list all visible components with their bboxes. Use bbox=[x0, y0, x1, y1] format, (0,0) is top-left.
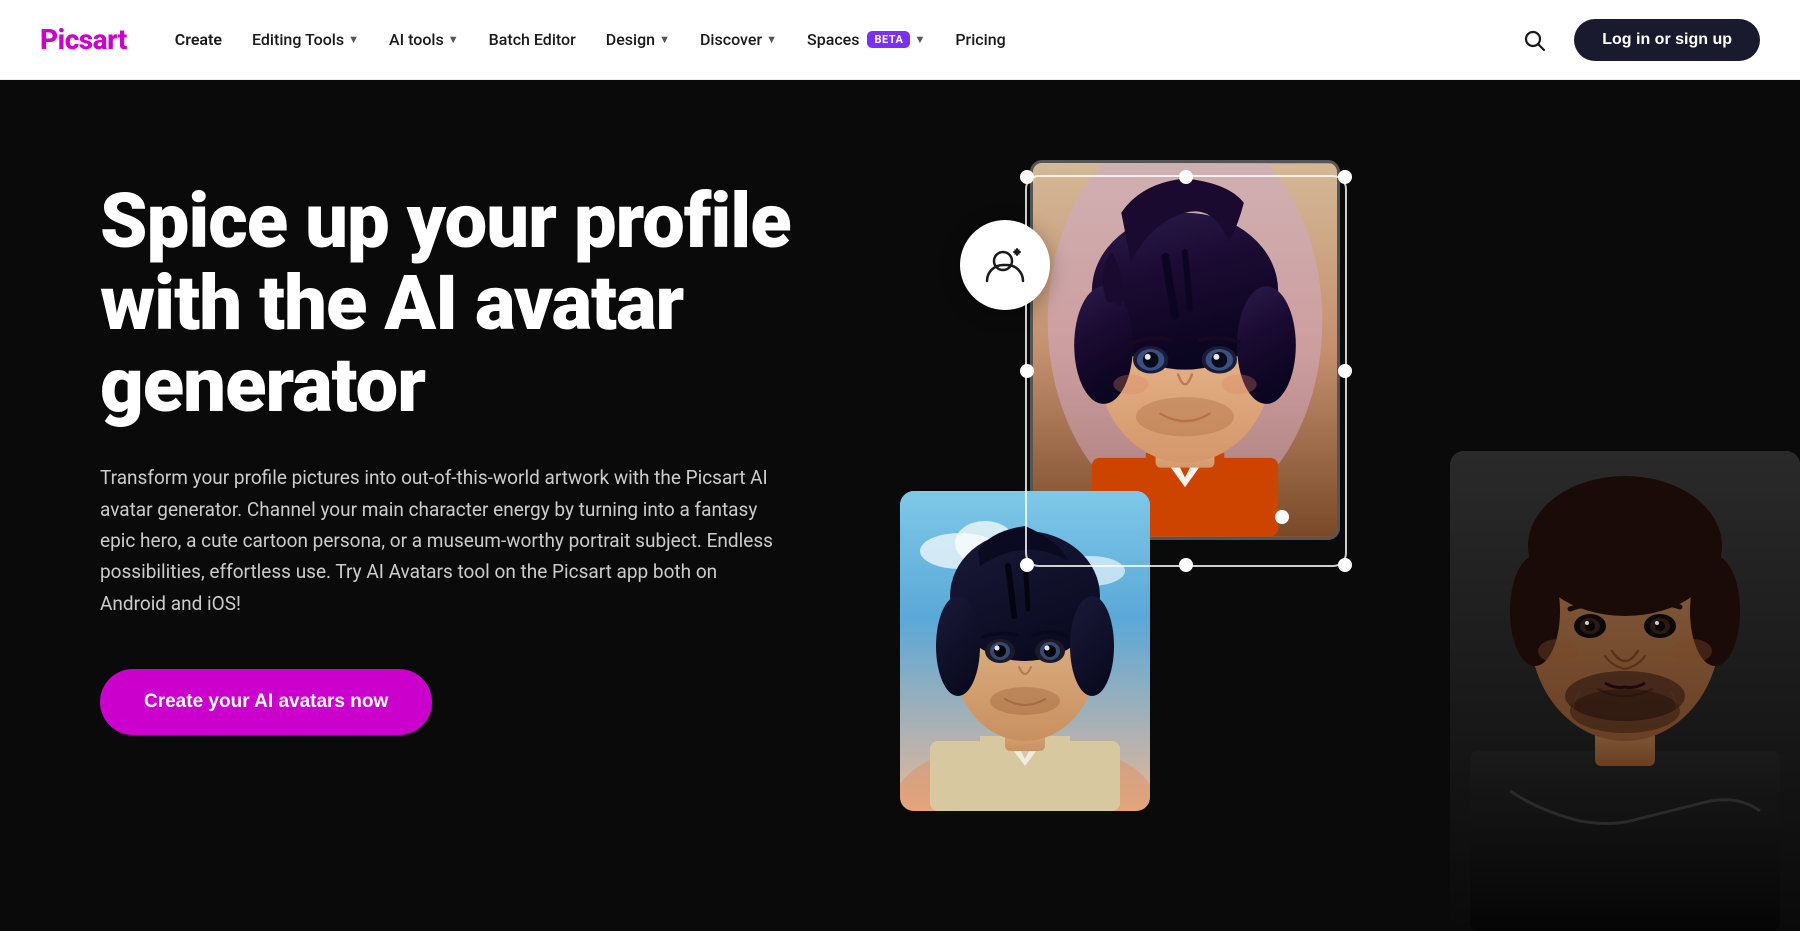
avatar-icon bbox=[981, 241, 1029, 289]
handle-tl bbox=[1020, 170, 1034, 184]
hero-image-main bbox=[1030, 160, 1340, 540]
header: Picsart Create Editing Tools ▼ AI tools … bbox=[0, 0, 1800, 80]
chevron-icon: ▼ bbox=[448, 33, 459, 46]
nav-item-batch-editor[interactable]: Batch Editor bbox=[477, 22, 588, 57]
nav-item-ai-tools[interactable]: AI tools ▼ bbox=[377, 22, 471, 57]
search-button[interactable] bbox=[1514, 20, 1554, 60]
chevron-icon: ▼ bbox=[348, 33, 359, 46]
hero-content: Spice up your profile with the AI avatar… bbox=[100, 160, 880, 735]
chevron-icon: ▼ bbox=[659, 33, 670, 46]
connector-dot bbox=[1275, 510, 1289, 524]
hero-description: Transform your profile pictures into out… bbox=[100, 462, 780, 619]
cta-button[interactable]: Create your AI avatars now bbox=[100, 669, 432, 735]
logo-text: Picsart bbox=[40, 23, 127, 56]
hero-section: Spice up your profile with the AI avatar… bbox=[0, 80, 1800, 931]
header-left: Picsart Create Editing Tools ▼ AI tools … bbox=[40, 22, 1018, 57]
handle-bl bbox=[1020, 558, 1034, 572]
anime-face-bl-svg bbox=[900, 491, 1150, 811]
real-face-svg bbox=[1450, 451, 1800, 931]
hero-image-br bbox=[1450, 451, 1800, 931]
nav-item-pricing[interactable]: Pricing bbox=[943, 22, 1017, 57]
nav-item-create[interactable]: Create bbox=[163, 22, 234, 57]
handle-mr bbox=[1338, 364, 1352, 378]
nav-item-spaces[interactable]: Spaces BETA ▼ bbox=[795, 22, 937, 57]
handle-tr bbox=[1338, 170, 1352, 184]
selection-box-main bbox=[1025, 175, 1347, 567]
main-nav: Create Editing Tools ▼ AI tools ▼ Batch … bbox=[163, 22, 1018, 57]
chevron-icon: ▼ bbox=[914, 33, 925, 46]
login-button[interactable]: Log in or sign up bbox=[1574, 19, 1760, 61]
handle-ml bbox=[1020, 364, 1034, 378]
nav-item-design[interactable]: Design ▼ bbox=[594, 22, 682, 57]
nav-item-discover[interactable]: Discover ▼ bbox=[688, 22, 789, 57]
hero-images bbox=[900, 80, 1800, 931]
search-icon bbox=[1522, 28, 1546, 52]
handle-tm bbox=[1179, 170, 1193, 184]
avatar-icon-circle bbox=[960, 220, 1050, 310]
handle-bm bbox=[1179, 558, 1193, 572]
header-right: Log in or sign up bbox=[1514, 19, 1760, 61]
chevron-icon: ▼ bbox=[766, 33, 777, 46]
hero-title: Spice up your profile with the AI avatar… bbox=[100, 180, 880, 426]
hero-image-bl bbox=[900, 491, 1150, 811]
nav-item-editing-tools[interactable]: Editing Tools ▼ bbox=[240, 22, 371, 57]
beta-badge: BETA bbox=[867, 31, 910, 48]
logo[interactable]: Picsart bbox=[40, 23, 127, 56]
handle-br bbox=[1338, 558, 1352, 572]
anime-face-svg bbox=[1033, 163, 1337, 537]
